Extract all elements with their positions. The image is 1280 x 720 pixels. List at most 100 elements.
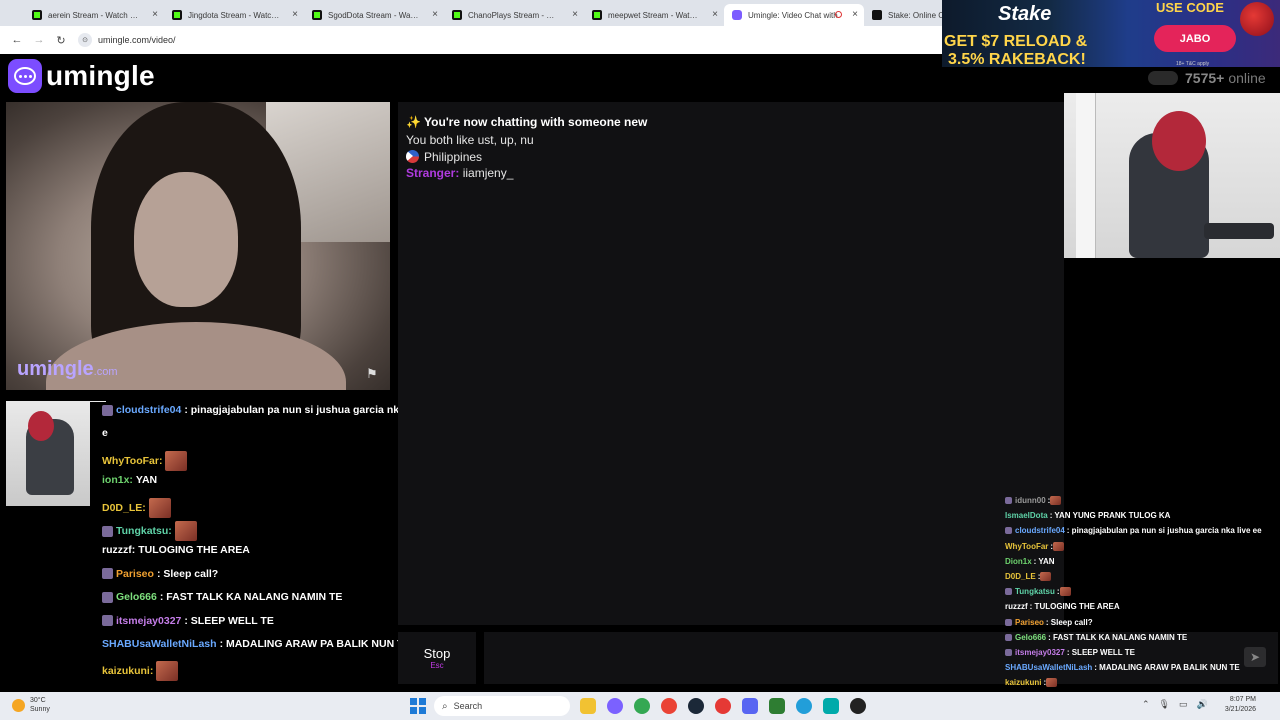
forward-icon[interactable]: → [28, 34, 50, 46]
close-icon[interactable]: × [852, 9, 858, 20]
chat-username: Gelo666 [1015, 632, 1047, 642]
chat-line: WhyTooFar : [1005, 541, 1065, 551]
recording-icon [835, 11, 842, 18]
user-badge-icon [1005, 649, 1012, 656]
chat-text: : FAST TALK KA NALANG NAMIN TE [159, 591, 343, 604]
windows-taskbar: 30°C Sunny ⌕ Search ⌃ 🎙 ▭ 🔊 8:07 PM 3/21… [0, 692, 1280, 720]
kick-icon [172, 10, 182, 20]
address-bar[interactable]: ⊙ umingle.com/video/ [78, 30, 176, 50]
taskbar-search[interactable]: ⌕ Search [434, 696, 570, 716]
steam-icon[interactable] [688, 698, 704, 714]
chat-username: cloudstrife04 [116, 404, 182, 416]
volume-icon[interactable]: 🔊 [1197, 699, 1208, 710]
chat-line: SHABUsaWalletNiLash: MADALING ARAW PA BA… [102, 638, 404, 650]
chat-text: : YAN [1033, 556, 1055, 566]
toggle-switch[interactable] [1148, 71, 1178, 85]
user-badge-icon [1005, 588, 1012, 596]
browser-tab[interactable]: Umingle: Video Chat with × [724, 4, 864, 26]
url-text: umingle.com/video/ [98, 35, 176, 45]
chat-username: WhyTooFar: [102, 454, 163, 467]
chat-text: TULOGING THE AREA [138, 544, 250, 557]
chat-line: ruzzzf : TULOGING THE AREA [1005, 602, 1120, 611]
chat-username: itsmejay0327 [1015, 648, 1065, 657]
search-icon: ⌕ [442, 700, 448, 712]
reload-icon[interactable]: ↻ [50, 34, 72, 47]
chat-username: cloudstrife04 [1015, 526, 1065, 536]
kick-icon [592, 10, 602, 20]
chat-line: IsmaelDota : YAN YUNG PRANK TULOG KA [1005, 511, 1170, 520]
chat-username: SHABUsaWalletNiLash [102, 638, 217, 650]
ad-brand: Stake [998, 3, 1052, 25]
browser-tab[interactable]: meepwet Stream - Watch Li × [584, 4, 724, 26]
close-icon[interactable]: × [432, 9, 438, 20]
stop-button[interactable]: Stop Esc [398, 632, 476, 684]
browser-tab[interactable]: Jingdota Stream - Watch Live × [164, 4, 304, 26]
app-icon[interactable] [715, 698, 731, 714]
app-icon-2[interactable] [769, 698, 785, 714]
chat-text: : pinagjajabulan pa nun si jushua garcia… [184, 404, 400, 416]
obs-icon[interactable] [850, 698, 866, 714]
chat-text: : Sleep call? [156, 567, 219, 580]
windows-start-icon[interactable] [410, 698, 426, 714]
gift-icon [1240, 2, 1274, 36]
sun-icon [12, 698, 25, 712]
chat-line: D0D_LE : [1005, 572, 1052, 581]
stranger-message: iiamjeny_ [462, 166, 514, 180]
close-icon[interactable]: × [152, 9, 158, 20]
chat-text: : Sleep call? [1045, 617, 1093, 627]
ad-code-button[interactable]: JABO [1154, 25, 1236, 52]
user-badge-icon [102, 404, 113, 416]
chat-username: Pariseo [116, 567, 154, 580]
report-flag-icon[interactable]: ⚑ [366, 366, 382, 381]
chrome-profile-icon[interactable] [661, 698, 677, 714]
site-info-icon[interactable]: ⊙ [78, 33, 92, 47]
chat-line: Gelo666 : FAST TALK KA NALANG NAMIN TE [1005, 633, 1187, 642]
app-icon-3[interactable] [823, 698, 839, 714]
browser-tab[interactable]: ChanoPlays Stream - Watch × [444, 4, 584, 26]
telegram-icon[interactable] [796, 698, 812, 714]
philippines-flag-icon [406, 150, 419, 163]
emote-icon [148, 497, 171, 518]
tab-title: ChanoPlays Stream - Watch [468, 10, 560, 20]
kick-icon [452, 10, 462, 20]
chrome-icon[interactable] [634, 698, 650, 714]
clock[interactable]: 8:07 PM 3/21/2026 [1212, 695, 1256, 715]
chat-username: itsmejay0327 [116, 614, 182, 627]
chat-username: ruzzzf [1005, 602, 1028, 612]
user-badge-icon [102, 591, 113, 603]
umingle-logo[interactable]: umingle [8, 59, 155, 93]
chat-username: idunn00 [1015, 496, 1046, 505]
close-icon[interactable]: × [712, 9, 718, 20]
weather-widget[interactable]: 30°C Sunny [12, 696, 50, 714]
kick-icon [312, 10, 322, 20]
file-explorer-icon[interactable] [580, 698, 596, 714]
close-icon[interactable]: × [292, 9, 298, 20]
chat-username: Gelo666 [116, 591, 157, 604]
microphone-icon[interactable]: 🎙 [1159, 699, 1170, 710]
emote-icon [1059, 587, 1071, 597]
copilot-icon[interactable] [607, 698, 623, 714]
chat-text: : pinagjajabulan pa nun si jushua garcia… [1066, 526, 1262, 536]
ad-fine-print: 18+ T&C apply [1176, 61, 1210, 67]
system-new-chat: ✨ You're now chatting with someone new [406, 115, 648, 129]
chat-log: ✨ You're now chatting with someone new Y… [398, 102, 1064, 625]
chat-line: WhyTooFar: [102, 450, 188, 471]
chat-line: idunn00 : [1005, 496, 1062, 505]
back-icon[interactable]: ← [6, 34, 28, 46]
emote-icon [156, 661, 179, 682]
chat-text: YAN [135, 474, 158, 487]
chat-line: Pariseo: Sleep call? [102, 568, 218, 580]
discord-icon[interactable] [742, 698, 758, 714]
close-icon[interactable]: × [572, 9, 578, 20]
stake-ad-banner[interactable]: Stake GET $7 RELOAD & 3.5% RAKEBACK! USE… [942, 0, 1280, 67]
chat-line: cloudstrife04: pinagjajabulan pa nun si … [102, 404, 399, 416]
stranger-label: Stranger: [406, 166, 460, 180]
browser-tab[interactable]: aerein Stream - Watch Live o × [24, 4, 164, 26]
network-icon[interactable]: ▭ [1179, 699, 1188, 710]
chevron-up-icon[interactable]: ⌃ [1142, 699, 1150, 710]
chat-username: SHABUsaWalletNiLash [1005, 663, 1093, 673]
tab-title: aerein Stream - Watch Live o [48, 10, 140, 20]
chat-username: WhyTooFar [1005, 541, 1049, 551]
chat-username: D0D_LE: [102, 501, 146, 514]
browser-tab[interactable]: SgodDota Stream - Watch Li × [304, 4, 444, 26]
